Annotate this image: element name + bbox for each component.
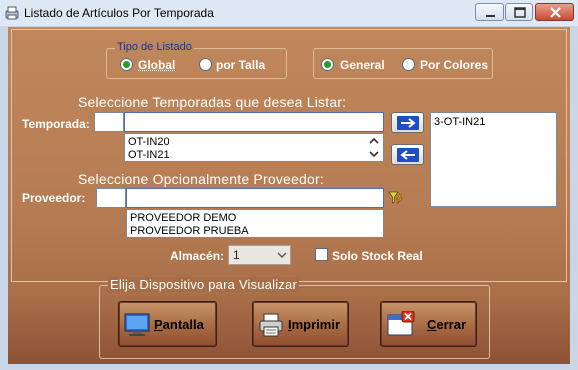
radio-por-talla-label: por Talla	[216, 58, 266, 72]
maximize-button[interactable]	[505, 3, 533, 21]
radio-global-label: Global	[138, 58, 176, 72]
temporada-label: Temporada:	[22, 117, 90, 131]
chevron-down-icon	[277, 252, 287, 258]
temporada-list[interactable]: OT-IN20 OT-IN21	[124, 133, 384, 162]
radio-por-colores[interactable]	[402, 58, 415, 71]
form-body: Tipo de Listado Global por Talla General…	[8, 27, 570, 364]
list-item[interactable]: PROVEEDOR PRUEBA	[130, 225, 249, 237]
printer-icon	[259, 313, 283, 337]
almacen-value: 1	[233, 248, 240, 262]
app-icon	[5, 6, 19, 20]
dispositivo-heading: Elija Dispositivo para Visualizar	[108, 277, 299, 292]
temporada-search-input[interactable]	[124, 112, 384, 132]
proveedor-search-input[interactable]	[126, 188, 384, 208]
solo-stock-checkbox[interactable]	[315, 248, 328, 261]
temporada-code-input[interactable]	[94, 112, 124, 132]
arrow-left-icon	[397, 148, 419, 162]
imprimir-label: Imprimir	[288, 317, 341, 332]
list-item[interactable]: 3-OT-IN21	[434, 116, 485, 128]
temporadas-heading: Seleccione Temporadas que desea Listar:	[78, 94, 347, 110]
remove-temporada-button[interactable]	[391, 144, 424, 165]
list-item[interactable]: OT-IN21	[128, 149, 170, 161]
minimize-button[interactable]	[475, 3, 504, 21]
minimize-icon	[486, 15, 495, 17]
list-item[interactable]: PROVEEDOR DEMO	[130, 212, 236, 224]
maximize-icon	[514, 7, 526, 18]
proveedor-code-input[interactable]	[96, 188, 126, 208]
imprimir-button[interactable]: Imprimir	[252, 301, 349, 347]
monitor-icon	[124, 313, 150, 336]
proveedor-label: Proveedor:	[22, 191, 86, 205]
app-window: Listado de Artículos Por Temporada Tipo …	[0, 0, 578, 370]
window-title: Listado de Artículos Por Temporada	[24, 6, 214, 20]
radio-general[interactable]	[321, 58, 334, 71]
title-bar[interactable]: Listado de Artículos Por Temporada	[0, 0, 578, 26]
scroll-down-icon[interactable]	[367, 148, 381, 160]
list-item[interactable]: OT-IN20	[128, 136, 170, 148]
scroll-up-icon[interactable]	[367, 135, 381, 147]
proveedor-heading: Seleccione Opcionalmente Proveedor:	[78, 171, 324, 187]
close-button[interactable]	[535, 3, 574, 21]
selected-temporadas-list[interactable]: 3-OT-IN21	[430, 112, 557, 207]
radio-general-label: General	[340, 58, 385, 72]
close-icon	[550, 7, 561, 18]
radio-global[interactable]	[120, 58, 133, 71]
proveedor-list[interactable]: PROVEEDOR DEMO PROVEEDOR PRUEBA	[126, 209, 384, 238]
close-window-icon	[387, 311, 415, 336]
tipo-listado-legend: Tipo de Listado	[115, 41, 194, 53]
pantalla-button[interactable]: Pantalla	[118, 301, 217, 347]
almacen-select[interactable]: 1	[228, 245, 291, 265]
cerrar-label: Cerrar	[427, 317, 467, 332]
almacen-label: Almacén:	[170, 249, 225, 263]
radio-por-talla[interactable]	[199, 58, 212, 71]
filter-lightning-icon[interactable]	[388, 190, 404, 206]
pantalla-label: Pantalla	[154, 317, 204, 332]
radio-por-colores-label: Por Colores	[420, 58, 489, 72]
cerrar-button[interactable]: Cerrar	[380, 301, 477, 347]
solo-stock-label: Solo Stock Real	[332, 249, 423, 263]
arrow-right-icon	[397, 116, 419, 130]
add-temporada-button[interactable]	[391, 112, 424, 133]
